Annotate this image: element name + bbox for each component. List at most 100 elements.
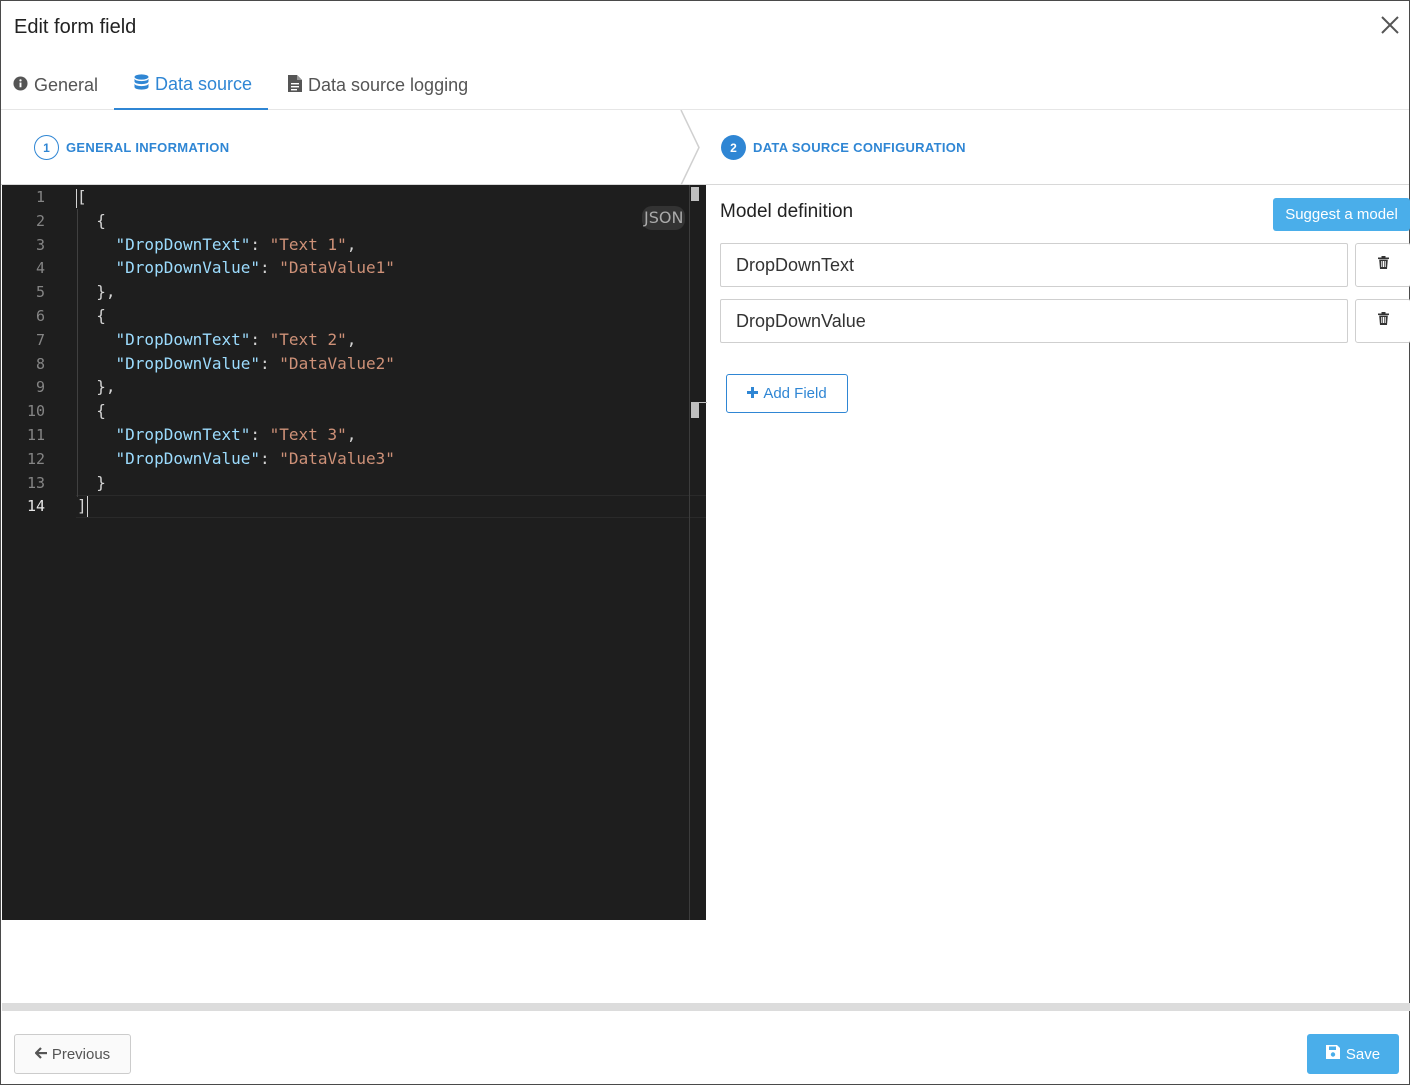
code-line: { [77,304,106,328]
json-punctuation: { [77,306,106,325]
line-number: 12 [26,449,45,468]
line-number: 7 [35,330,45,349]
code-line: { [77,399,106,423]
floppy-disk-icon [1325,1045,1346,1063]
json-string: "DataValue2" [279,353,395,373]
line-number: 10 [26,402,45,421]
json-punctuation: { [77,210,106,230]
trash-icon [1377,256,1389,274]
text-cursor [87,496,88,517]
code-line: "DropDownText": "Text 3", [77,423,357,447]
step-label: DATA SOURCE CONFIGURATION [753,140,966,155]
json-punctuation: { [77,401,106,421]
line-number: 4 [35,259,45,278]
json-key: "DropDownValue" [115,448,261,468]
json-punctuation: }, [77,282,116,302]
code-line: "DropDownValue": "DataValue2" [77,352,395,376]
json-punctuation: , [346,234,357,254]
step-general-information[interactable]: 1 GENERAL INFORMATION [34,110,229,185]
add-field-label: Add Field [763,385,827,402]
json-string: "Text 1" [269,234,347,254]
json-punctuation: [ [77,187,87,206]
json-key: "DropDownText" [115,329,251,349]
json-punctuation: , [346,425,357,444]
trash-icon [1377,312,1389,330]
tab-data-source[interactable]: Data source [114,61,268,110]
model-definition-title: Model definition [720,201,854,222]
code-line: }, [77,280,116,304]
tab-general[interactable]: General [13,61,98,110]
code-line: "DropDownValue": "DataValue3" [77,447,395,471]
json-key: "DropDownText" [115,234,251,254]
edit-form-field-dialog: Edit form field General Data source Data… [0,0,1410,1085]
step-number: 1 [34,135,59,160]
line-number: 1 [35,188,45,206]
save-button[interactable]: Save [1307,1034,1399,1074]
step-number: 2 [721,135,746,160]
tab-data-source-label: Data source [155,74,253,94]
step-label: GENERAL INFORMATION [66,140,230,155]
add-field-button[interactable]: Add Field [726,374,848,413]
json-punctuation: } [77,472,106,492]
json-punctuation: : [250,425,270,444]
dialog-title: Edit form field [14,16,137,38]
tab-general-label: General [34,75,99,95]
json-string: "DataValue3" [279,448,395,468]
model-field-input[interactable] [720,299,1348,343]
json-punctuation [77,258,116,277]
line-number: 11 [26,426,45,444]
code-line: ] [77,494,87,518]
tab-data-source-logging[interactable]: Data source logging [288,61,468,110]
bracket-match-marker [76,189,77,208]
json-punctuation: : [250,329,270,349]
code-line: }, [77,375,116,399]
json-punctuation: ] [77,496,87,516]
database-icon [134,73,155,96]
scrollbar-thumb[interactable] [691,402,699,418]
language-badge: JSON [642,206,686,230]
model-field-input[interactable] [720,243,1348,287]
json-code-editor[interactable]: 1 2 3 4 5 6 7 8 9 10 11 12 13 14 [ { "DropDownText": … [2,185,707,920]
json-key: "DropDownValue" [115,258,261,278]
json-punctuation: , [346,329,357,349]
tab-bar: General Data source Data source logging [1,61,1409,110]
previous-label: Previous [51,1045,111,1063]
code-line: { [77,209,106,233]
info-circle-icon [13,75,34,96]
editor-scrollbar-track[interactable] [689,185,690,920]
json-key: "DropDownValue" [115,353,261,373]
suggest-model-button[interactable]: Suggest a model [1273,198,1410,231]
line-number: 2 [35,211,45,230]
code-line: "DropDownText": "Text 2", [77,328,357,352]
json-punctuation [77,425,116,444]
line-number: 9 [35,378,45,397]
delete-field-button[interactable] [1355,243,1410,287]
json-punctuation [77,354,116,373]
json-punctuation [77,449,116,468]
line-number: 3 [35,235,45,254]
scrollbar-marker-line [699,402,707,403]
json-punctuation: }, [77,377,116,397]
json-punctuation: : [250,234,270,254]
step-data-source-configuration[interactable]: 2 DATA SOURCE CONFIGURATION [721,110,966,185]
delete-field-button[interactable] [1355,299,1410,343]
code-line: } [77,471,106,495]
json-punctuation: : [260,448,280,468]
plus-icon [747,385,763,402]
step-divider-icon [680,110,700,185]
json-punctuation [77,235,116,254]
json-key: "DropDownText" [115,425,251,444]
line-number: 6 [35,307,45,325]
code-line: "DropDownValue": "DataValue1" [77,256,395,280]
json-punctuation: : [260,353,280,373]
code-line: "DropDownText": "Text 1", [77,233,357,257]
arrow-left-icon [34,1046,52,1063]
json-punctuation: : [260,258,280,278]
current-line-highlight [76,495,706,518]
save-label: Save [1345,1045,1381,1063]
json-string: "Text 2" [269,329,347,349]
previous-button[interactable]: Previous [14,1034,131,1074]
line-number: 5 [35,283,45,302]
wizard-stepper: 1 GENERAL INFORMATION 2 DATA SOURCE CONF… [1,110,1409,185]
close-icon[interactable] [1377,12,1403,38]
